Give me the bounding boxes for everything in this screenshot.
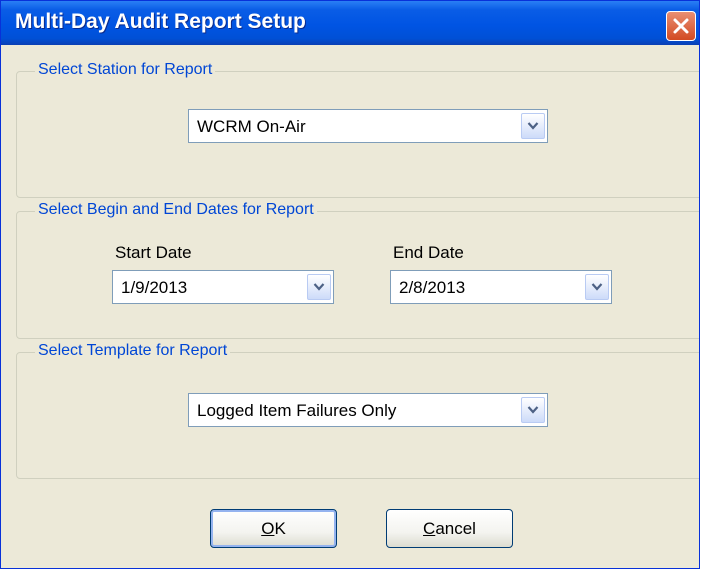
- chevron-down-icon: [591, 283, 603, 291]
- dates-group-legend: Select Begin and End Dates for Report: [35, 201, 317, 219]
- cancel-button-mnemonic: C: [423, 519, 436, 538]
- station-dropdown-value: WCRM On-Air: [197, 117, 306, 136]
- template-dropdown[interactable]: Logged Item Failures Only: [188, 393, 548, 427]
- station-group-legend: Select Station for Report: [35, 61, 216, 79]
- end-date-value: 2/8/2013: [399, 278, 466, 297]
- start-date-label: Start Date: [115, 243, 192, 262]
- cancel-button[interactable]: Cancel: [386, 509, 513, 548]
- chevron-down-icon: [313, 283, 325, 291]
- end-date-label: End Date: [393, 243, 464, 262]
- end-date-arrow[interactable]: [585, 274, 609, 300]
- title-bar[interactable]: Multi-Day Audit Report Setup: [1, 1, 699, 45]
- close-icon: [673, 18, 689, 34]
- station-dropdown[interactable]: WCRM On-Air: [188, 109, 548, 143]
- station-group: Select Station for Report WCRM On-Air: [16, 61, 699, 198]
- template-group: Select Template for Report Logged Item F…: [16, 342, 699, 479]
- start-date-value: 1/9/2013: [121, 278, 188, 297]
- window-title: Multi-Day Audit Report Setup: [15, 10, 306, 33]
- close-button[interactable]: [666, 11, 696, 41]
- start-date-picker[interactable]: 1/9/2013: [112, 270, 334, 304]
- template-group-legend: Select Template for Report: [35, 342, 231, 360]
- ok-button-mnemonic: O: [261, 519, 275, 538]
- station-dropdown-arrow[interactable]: [521, 113, 545, 139]
- ok-button-label: K: [274, 519, 286, 538]
- dates-group: Select Begin and End Dates for Report St…: [16, 201, 699, 339]
- start-date-arrow[interactable]: [307, 274, 331, 300]
- ok-button[interactable]: OK: [210, 509, 337, 548]
- chevron-down-icon: [527, 122, 539, 130]
- template-dropdown-arrow[interactable]: [521, 397, 545, 423]
- end-date-picker[interactable]: 2/8/2013: [390, 270, 612, 304]
- cancel-button-label: ancel: [435, 519, 476, 538]
- template-dropdown-value: Logged Item Failures Only: [197, 401, 397, 420]
- dialog-window: Multi-Day Audit Report Setup Select Stat…: [0, 0, 700, 569]
- chevron-down-icon: [527, 406, 539, 414]
